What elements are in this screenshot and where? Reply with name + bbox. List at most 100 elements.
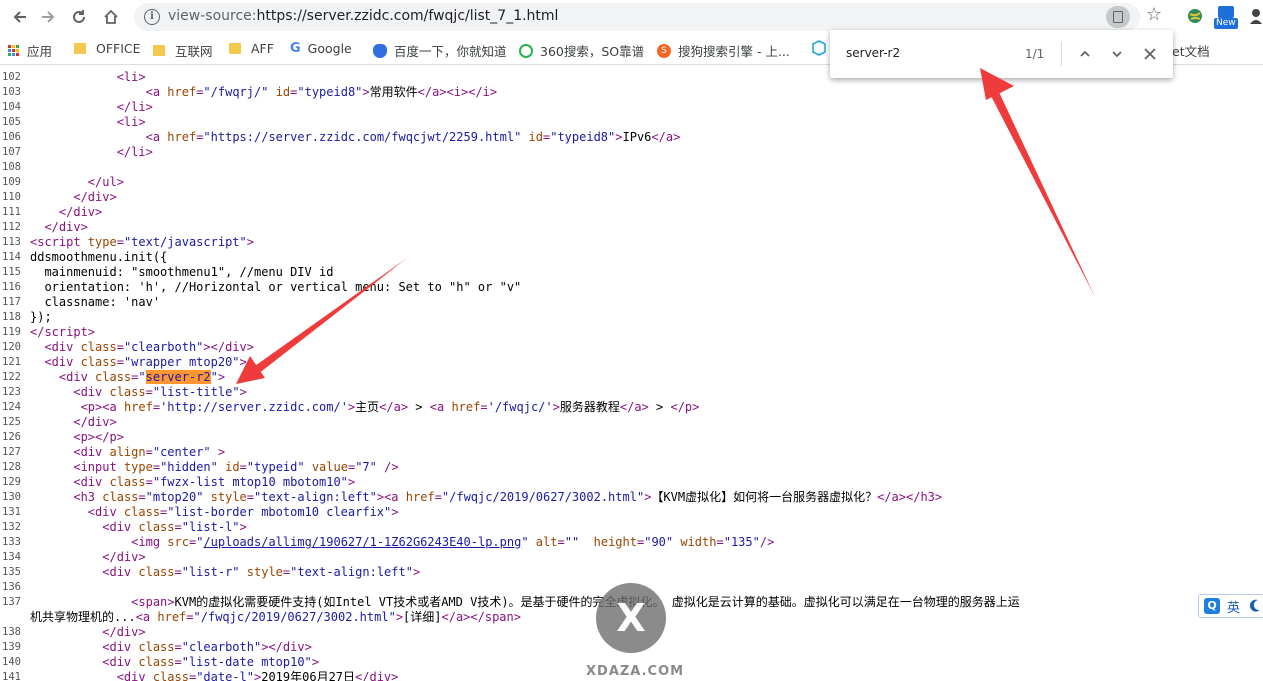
- line-text: <div class="list-date mtop10">: [102, 655, 320, 669]
- line-text: <div class="list-r" style="text-align:le…: [102, 565, 421, 579]
- code-line: 128 <input type="hidden" id="typeid" val…: [0, 460, 1263, 475]
- line-number: 126: [2, 431, 21, 443]
- cube-icon: [812, 40, 826, 56]
- user-extension-icon[interactable]: [1249, 7, 1263, 25]
- line-text: <p><a href='http://server.zzidc.com/'>主页…: [80, 400, 700, 414]
- bookmark-baidu[interactable]: 百度一下，你就知道: [373, 41, 507, 60]
- line-text: <div class="date-l">2019年06月27日</div>: [116, 670, 399, 681]
- find-previous-button[interactable]: [1073, 42, 1097, 66]
- find-next-button[interactable]: [1105, 42, 1129, 66]
- line-number: 134: [2, 551, 21, 563]
- new-extension-icon[interactable]: New: [1214, 6, 1240, 30]
- line-number: 133: [2, 536, 21, 548]
- address-url[interactable]: view-source:https://server.zzidc.com/fwq…: [168, 8, 558, 24]
- line-number: 140: [2, 656, 21, 668]
- watermark-text: XDAZA.COM: [586, 664, 685, 679]
- line-text: </div>: [73, 190, 117, 204]
- bookmark-internet[interactable]: 互联网: [153, 41, 213, 60]
- line-text: 机共享物理机的...<a href="/fwqjc/2019/0627/3002…: [30, 610, 521, 624]
- code-line: 122 <div class="server-r2">: [0, 370, 1263, 385]
- line-number: 125: [2, 416, 21, 428]
- line-text: <p></p>: [73, 430, 124, 444]
- apps-grid-icon: [8, 45, 19, 56]
- cube-bookmark-icon[interactable]: [812, 40, 826, 56]
- line-text: <a href="https://server.zzidc.com/fwqcjw…: [145, 130, 681, 144]
- line-text: </div>: [58, 205, 103, 219]
- code-line: 116 orientation: 'h', //Horizontal or ve…: [0, 280, 1263, 295]
- line-number: 110: [2, 191, 21, 203]
- bookmark-doc[interactable]: et文档: [1172, 41, 1210, 60]
- find-separator: [1061, 42, 1062, 66]
- baidu-icon: [373, 43, 387, 58]
- code-line: 106 <a href="https://server.zzidc.com/fw…: [0, 130, 1263, 145]
- line-number: 120: [2, 341, 21, 353]
- code-line: 130 <h3 class="mtop20" style="text-align…: [0, 490, 1263, 505]
- forward-button[interactable]: [36, 5, 60, 29]
- line-number: 116: [2, 281, 21, 293]
- folder-icon: [74, 43, 86, 54]
- forward-arrow-icon: [42, 11, 55, 23]
- code-line: 114 ddsmoothmenu.init({: [0, 250, 1263, 265]
- new-badge: New: [1214, 18, 1238, 29]
- bookmark-360[interactable]: 360搜索，SO靠谱: [519, 41, 644, 60]
- line-number: 124: [2, 401, 21, 413]
- code-line: 105 <li>: [0, 115, 1263, 130]
- back-button[interactable]: [8, 5, 32, 29]
- line-text: classname: 'nav': [30, 295, 161, 309]
- line-number: 123: [2, 386, 21, 398]
- line-number: 130: [2, 491, 21, 503]
- code-line: 121 <div class="wrapper mtop20">: [0, 355, 1263, 370]
- line-number: 132: [2, 521, 21, 533]
- find-close-button[interactable]: [1138, 42, 1162, 66]
- back-arrow-icon: [13, 11, 26, 23]
- globe-extension-icon[interactable]: [1186, 7, 1204, 25]
- watermark-logo: X: [596, 583, 666, 653]
- line-text: <div align="center" >: [73, 445, 226, 459]
- moon-icon: [1249, 599, 1260, 612]
- bookmark-sogou[interactable]: S 搜狗搜索引擎 - 上...: [657, 41, 790, 60]
- code-line: 112 </div>: [0, 220, 1263, 235]
- site-info-icon[interactable]: i: [144, 9, 160, 25]
- line-text: <input type="hidden" id="typeid" value="…: [73, 460, 399, 474]
- line-number: 141: [2, 671, 21, 681]
- line-number: 138: [2, 626, 21, 638]
- line-text: <div class="list-title">: [73, 385, 247, 399]
- line-text: <span>KVM的虚拟化需要硬件支持(如Intel VT技术或者AMD V技术…: [131, 595, 1020, 609]
- line-text: </li>: [116, 145, 153, 159]
- line-text: <div class="list-border mbotom10 clearfi…: [87, 505, 399, 519]
- line-text: <div class="clearboth"></div>: [44, 340, 254, 354]
- bookmark-aff[interactable]: AFF: [229, 41, 274, 56]
- line-number: 137: [2, 596, 21, 608]
- line-text: mainmenuid: "smoothmenu1", //menu DIV id: [30, 265, 334, 279]
- bookmark-office[interactable]: OFFICE: [74, 41, 141, 56]
- line-number: 129: [2, 476, 21, 488]
- home-button[interactable]: [99, 5, 123, 29]
- reload-button[interactable]: [67, 5, 91, 29]
- bookmark-google[interactable]: G Google: [290, 41, 352, 56]
- line-text: </div>: [102, 625, 146, 639]
- line-text: <div class="wrapper mtop20">: [44, 355, 247, 369]
- code-line: 134 </div>: [0, 550, 1263, 565]
- find-in-page-icon[interactable]: [1106, 6, 1130, 28]
- address-bar[interactable]: i view-source:https://server.zzidc.com/f…: [134, 3, 1140, 31]
- code-line: 131 <div class="list-border mbotom10 cle…: [0, 505, 1263, 520]
- chevron-up-icon: [1080, 50, 1090, 57]
- ime-indicator[interactable]: Q 英: [1198, 594, 1263, 618]
- find-input[interactable]: [846, 46, 1016, 60]
- line-number: 115: [2, 266, 21, 278]
- line-number: 111: [2, 206, 21, 218]
- line-text: <script type="text/javascript">: [30, 235, 254, 249]
- line-text: <a href="/fwqrj/" id="typeid8">常用软件</a><…: [145, 85, 498, 99]
- line-number: 114: [2, 251, 21, 263]
- browser-toolbar: i view-source:https://server.zzidc.com/f…: [0, 0, 1263, 34]
- line-text: </script>: [30, 325, 96, 339]
- code-line: 108: [0, 160, 1263, 175]
- bookmark-apps[interactable]: 应用: [8, 41, 52, 60]
- code-line: 118});: [0, 310, 1263, 325]
- code-line: 127 <div align="center" >: [0, 445, 1263, 460]
- close-icon: [1144, 48, 1156, 60]
- line-text: <li>: [116, 115, 146, 129]
- sogou-icon: S: [657, 43, 671, 58]
- bookmark-star-icon[interactable]: ☆: [1146, 4, 1162, 25]
- code-line: 109 </ul>: [0, 175, 1263, 190]
